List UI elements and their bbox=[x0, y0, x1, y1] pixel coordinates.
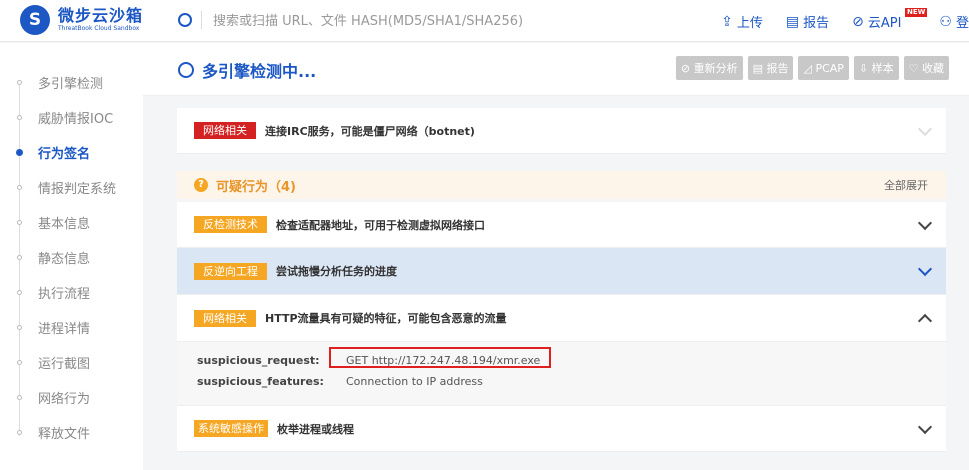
sidebar-item-static-info[interactable]: 静态信息 bbox=[0, 246, 143, 268]
signature-row[interactable]: 系统敏感操作 枚举进程或线程 bbox=[177, 406, 946, 452]
detail-key: suspicious_features: bbox=[197, 375, 324, 388]
timeline-dot bbox=[17, 114, 22, 120]
reanalyze-icon: ⊘ bbox=[680, 61, 694, 75]
signature-text: 连接IRC服务，可能是僵尸网络（botnet) bbox=[265, 124, 475, 138]
section-title: 可疑行为（4) bbox=[216, 179, 296, 195]
brand-subtitle: ThreatBook Cloud Sandbox bbox=[58, 25, 140, 32]
sidebar-item-process-details[interactable]: 进程详情 bbox=[0, 316, 143, 338]
status-title: 多引擎检测中... bbox=[178, 58, 316, 82]
category-tag: 反逆向工程 bbox=[194, 262, 267, 280]
sidebar-item-execution-flow[interactable]: 执行流程 bbox=[0, 281, 143, 303]
user-icon: ⚇ bbox=[939, 13, 952, 30]
timeline-dot bbox=[17, 394, 22, 400]
chevron-down-icon[interactable] bbox=[917, 419, 933, 434]
upload-label: 上传 bbox=[736, 16, 763, 31]
search-icon[interactable] bbox=[178, 12, 192, 27]
chevron-down-icon[interactable] bbox=[917, 121, 933, 136]
download-icon: ⇩ bbox=[858, 61, 872, 75]
upload-link[interactable]: ⇪ 上传 bbox=[721, 12, 763, 32]
report-label: 报告 bbox=[803, 16, 830, 31]
refresh-icon bbox=[178, 62, 194, 78]
detail-key: suspicious_request: bbox=[197, 354, 320, 367]
category-tag: 反检测技术 bbox=[194, 216, 267, 233]
detail-value[interactable]: GET http://172.247.48.194/xmr.exe bbox=[346, 354, 540, 367]
sidebar-item-dropped-files[interactable]: 释放文件 bbox=[0, 421, 143, 443]
signature-text: 尝试拖慢分析任务的进度 bbox=[276, 265, 397, 278]
brand-logo[interactable]: S 微步云沙箱 ThreatBook Cloud Sandbox bbox=[20, 5, 143, 35]
api-link[interactable]: ⊘ 云API NEW bbox=[852, 8, 928, 31]
signature-row[interactable]: 网络相关 连接IRC服务，可能是僵尸网络（botnet) bbox=[177, 108, 946, 154]
report-link[interactable]: ▤ 报告 bbox=[785, 12, 830, 32]
chevron-up-icon[interactable] bbox=[917, 313, 933, 329]
sidebar-item-screenshots[interactable]: 运行截图 bbox=[0, 351, 143, 373]
signature-text: 枚举进程或线程 bbox=[277, 422, 354, 436]
timeline-dot bbox=[17, 184, 22, 190]
search-divider bbox=[201, 10, 202, 29]
brand-title: 微步云沙箱 bbox=[58, 6, 144, 25]
search-input[interactable]: 搜索或扫描 URL、文件 HASH(MD5/SHA1/SHA256) bbox=[213, 10, 523, 29]
sidebar-item-network[interactable]: 网络行为 bbox=[0, 386, 143, 408]
signature-detail: suspicious_request: GET http://172.247.4… bbox=[177, 342, 946, 406]
new-badge: NEW bbox=[905, 8, 928, 17]
signature-row-expanded[interactable]: 网络相关 HTTP流量具有可疑的特征，可能包含恶意的流量 bbox=[177, 295, 946, 342]
chevron-down-icon[interactable] bbox=[917, 215, 933, 230]
timeline-dot bbox=[17, 219, 22, 225]
signature-row-hovered[interactable]: 反逆向工程 尝试拖慢分析任务的进度 bbox=[177, 248, 946, 295]
timeline-dot bbox=[17, 359, 22, 365]
category-tag: 网络相关 bbox=[194, 122, 256, 139]
logo-icon: S bbox=[20, 5, 50, 35]
suspicious-section-header: ? 可疑行为（4) 全部展开 bbox=[177, 171, 946, 199]
upload-icon: ⇪ bbox=[721, 13, 733, 30]
login-label: 登 bbox=[955, 16, 969, 31]
api-icon: ⊘ bbox=[852, 13, 864, 30]
sidebar-item-ioc[interactable]: 威胁情报IOC bbox=[0, 106, 143, 128]
favorite-button[interactable]: ♡ 收藏 bbox=[903, 56, 949, 80]
detail-value: Connection to IP address bbox=[346, 375, 483, 388]
report-doc-icon: ▤ bbox=[752, 61, 767, 75]
sidebar-item-basic-info[interactable]: 基本信息 bbox=[0, 211, 143, 233]
sidebar-item-verdict[interactable]: 情报判定系统 bbox=[0, 176, 143, 198]
sidebar-item-signatures[interactable]: 行为签名 bbox=[0, 141, 143, 163]
login-link[interactable]: ⚇ 登 bbox=[939, 12, 969, 32]
category-tag: 系统敏感操作 bbox=[194, 420, 268, 437]
timeline-dot bbox=[17, 289, 22, 295]
expand-all-link[interactable]: 全部展开 bbox=[884, 177, 928, 193]
timeline-dot bbox=[17, 254, 22, 260]
question-icon: ? bbox=[194, 178, 208, 192]
pcap-icon: ◿ bbox=[803, 61, 816, 75]
api-label: 云API bbox=[867, 16, 902, 31]
category-tag: 网络相关 bbox=[194, 309, 256, 327]
heart-icon: ♡ bbox=[908, 61, 922, 75]
report-button[interactable]: ▤ 报告 bbox=[747, 56, 794, 80]
signature-text: HTTP流量具有可疑的特征，可能包含恶意的流量 bbox=[265, 312, 507, 325]
status-text: 多引擎检测中... bbox=[202, 62, 317, 81]
sample-button[interactable]: ⇩ 样本 bbox=[853, 56, 899, 80]
reanalyze-button[interactable]: ⊘ 重新分析 bbox=[675, 56, 743, 80]
search-bar[interactable]: 搜索或扫描 URL、文件 HASH(MD5/SHA1/SHA256) bbox=[178, 10, 523, 29]
report-icon: ▤ bbox=[785, 13, 800, 30]
top-bar: S 微步云沙箱 ThreatBook Cloud Sandbox 搜索或扫描 U… bbox=[0, 0, 969, 42]
pcap-button[interactable]: ◿ PCAP bbox=[798, 56, 849, 80]
timeline-dot bbox=[17, 429, 22, 435]
report-header: 多引擎检测中... ⊘ 重新分析 ▤ 报告 ◿ PCAP ⇩ 样本 ♡ 收藏 bbox=[143, 43, 969, 96]
sidebar: 多引擎检测 威胁情报IOC 行为签名 情报判定系统 基本信息 静态信息 执行流程… bbox=[0, 43, 143, 470]
chevron-down-icon[interactable] bbox=[917, 261, 933, 277]
timeline-dot bbox=[16, 148, 23, 156]
timeline-dot bbox=[17, 79, 22, 85]
signature-row[interactable]: 反检测技术 检查适配器地址，可用于检测虚拟网络接口 bbox=[177, 202, 946, 248]
sidebar-item-multi-engine[interactable]: 多引擎检测 bbox=[0, 71, 143, 93]
timeline-dot bbox=[17, 324, 22, 330]
signature-text: 检查适配器地址，可用于检测虚拟网络接口 bbox=[276, 218, 485, 232]
